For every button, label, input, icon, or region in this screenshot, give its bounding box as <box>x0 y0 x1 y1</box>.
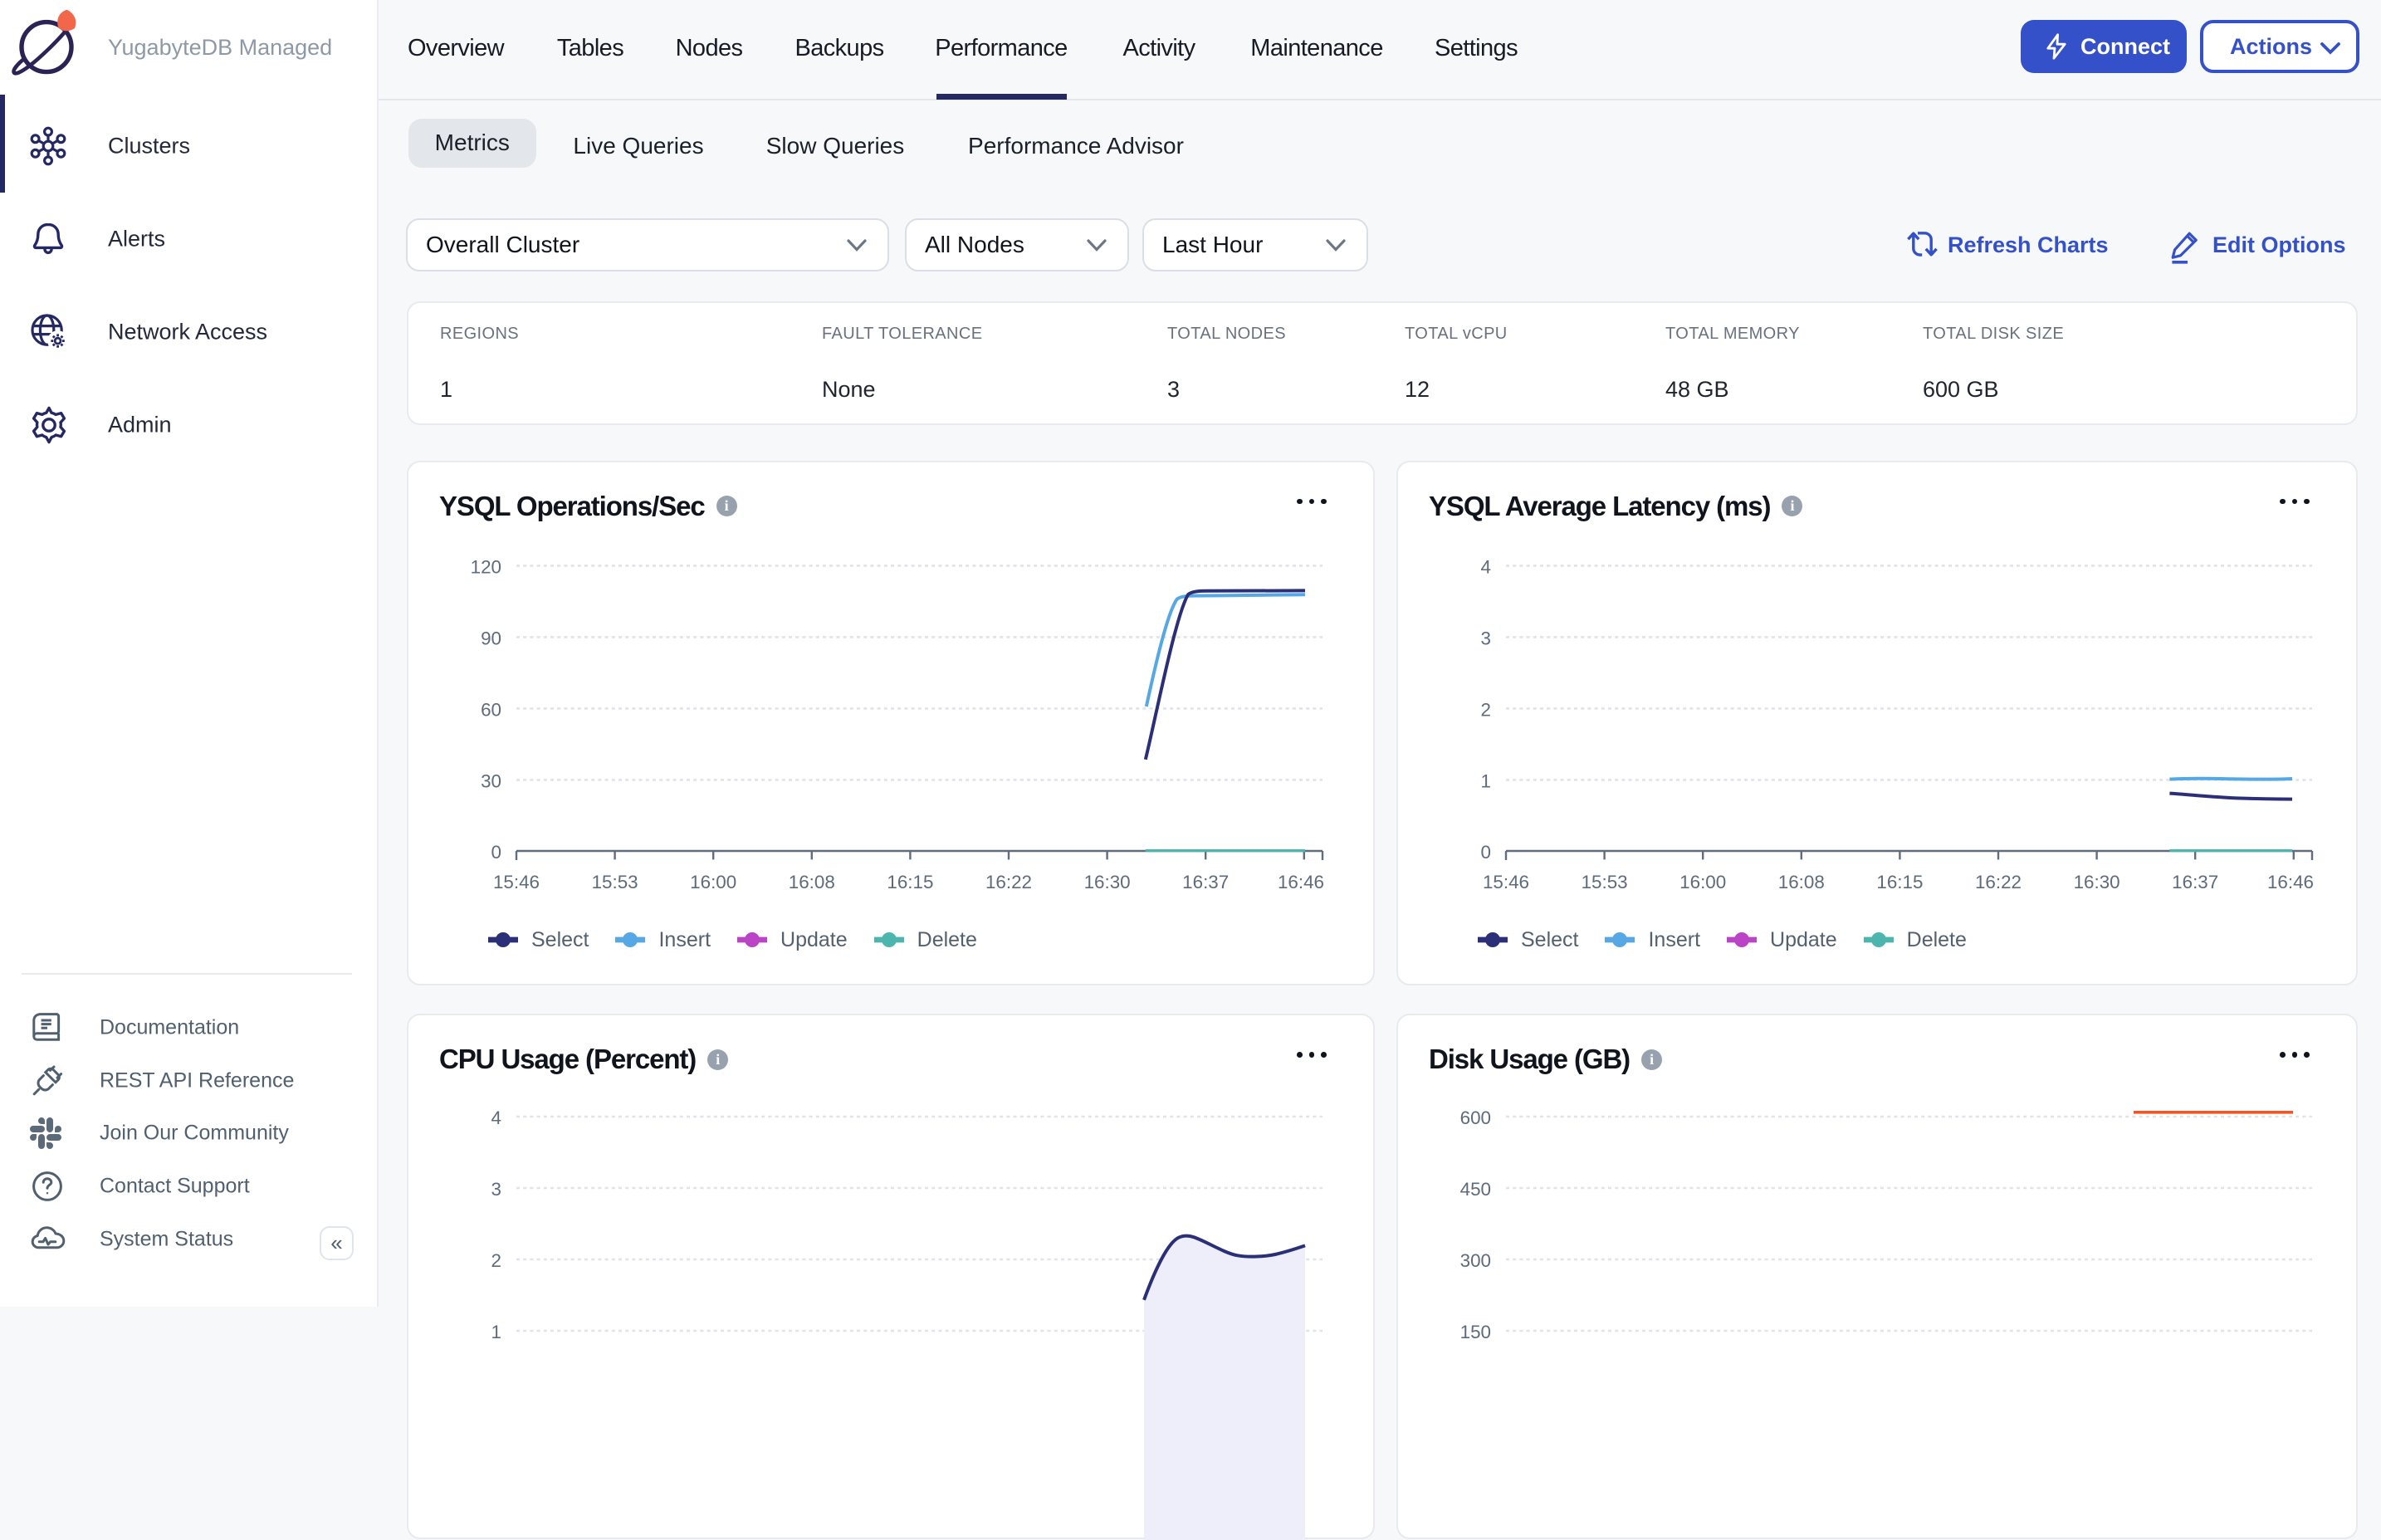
svg-text:1: 1 <box>491 1322 501 1342</box>
svg-text:2: 2 <box>491 1250 501 1271</box>
svg-text:16:46: 16:46 <box>2267 872 2314 892</box>
svg-text:90: 90 <box>481 628 501 648</box>
svg-text:60: 60 <box>481 699 501 720</box>
svg-text:16:30: 16:30 <box>2074 872 2120 892</box>
svg-text:30: 30 <box>481 770 501 791</box>
svg-text:0: 0 <box>491 842 501 863</box>
svg-text:3: 3 <box>491 1179 501 1200</box>
svg-text:16:30: 16:30 <box>1084 872 1131 892</box>
svg-text:4: 4 <box>491 1107 501 1128</box>
svg-text:300: 300 <box>1460 1250 1491 1271</box>
svg-text:16:08: 16:08 <box>1778 872 1825 892</box>
svg-text:16:15: 16:15 <box>887 872 933 892</box>
svg-text:15:46: 15:46 <box>1483 872 1529 892</box>
svg-text:0: 0 <box>1481 842 1491 863</box>
svg-text:16:22: 16:22 <box>985 872 1032 892</box>
svg-text:120: 120 <box>471 556 501 577</box>
svg-text:16:37: 16:37 <box>1182 872 1229 892</box>
svg-text:600: 600 <box>1460 1107 1491 1128</box>
svg-text:15:53: 15:53 <box>592 872 638 892</box>
svg-text:16:15: 16:15 <box>1876 872 1923 892</box>
svg-text:16:46: 16:46 <box>1278 872 1324 892</box>
svg-text:16:37: 16:37 <box>2172 872 2218 892</box>
svg-text:15:46: 15:46 <box>493 872 540 892</box>
svg-text:4: 4 <box>1481 556 1491 577</box>
svg-text:16:22: 16:22 <box>1975 872 2022 892</box>
svg-text:16:08: 16:08 <box>789 872 835 892</box>
svg-text:3: 3 <box>1481 628 1491 648</box>
svg-text:16:00: 16:00 <box>690 872 736 892</box>
svg-text:15:53: 15:53 <box>1582 872 1628 892</box>
svg-text:450: 450 <box>1460 1179 1491 1200</box>
svg-text:2: 2 <box>1481 699 1491 720</box>
svg-text:150: 150 <box>1460 1322 1491 1342</box>
svg-text:16:00: 16:00 <box>1679 872 1726 892</box>
svg-text:1: 1 <box>1481 770 1491 791</box>
